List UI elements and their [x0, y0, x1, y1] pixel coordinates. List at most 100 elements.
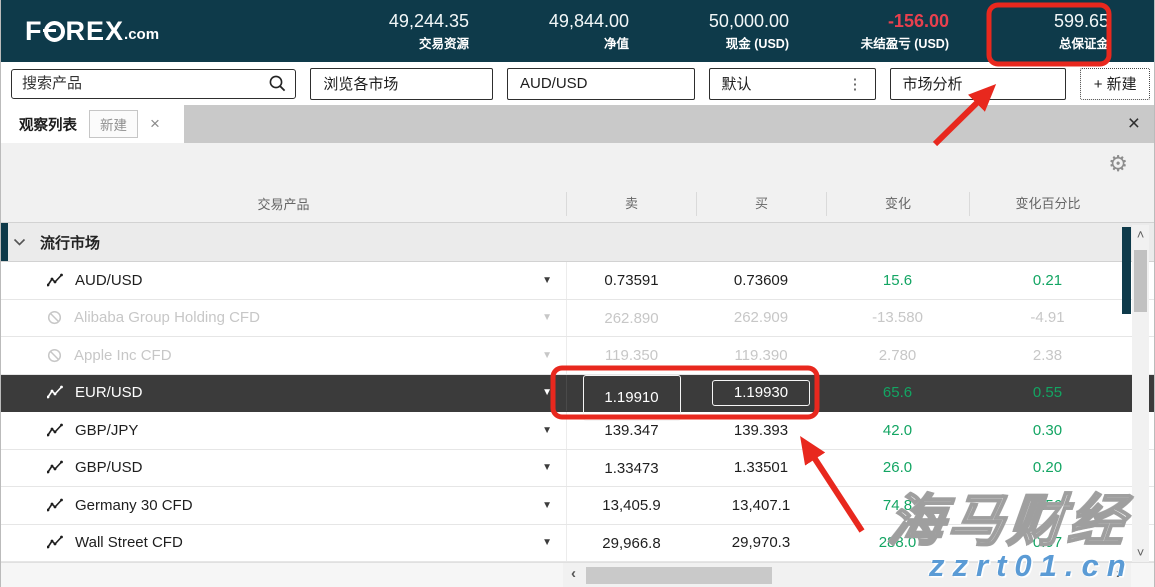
- tab-close-icon[interactable]: ×: [150, 114, 160, 134]
- scroll-up-icon[interactable]: ˄: [1132, 227, 1149, 242]
- buy-price[interactable]: 13,407.1: [696, 497, 826, 514]
- chevron-down-icon[interactable]: ▼: [542, 425, 566, 436]
- table-row[interactable]: AUD/USD ▼ 0.73591 0.73609 15.6 0.21: [1, 262, 1154, 300]
- logo-o-icon: [44, 21, 65, 42]
- sell-price[interactable]: 29,966.8: [566, 525, 696, 562]
- line-chart-icon: [47, 273, 63, 288]
- chevron-down-icon[interactable]: [13, 238, 26, 247]
- buy-price[interactable]: 1.33501: [696, 459, 826, 476]
- instrument-selector-label: AUD/USD: [520, 75, 588, 92]
- logo-text-f: F: [25, 16, 43, 47]
- change-value: -13.580: [826, 309, 969, 326]
- change-pct-value: 2.38: [969, 347, 1126, 364]
- gear-icon[interactable]: ⚙: [1108, 153, 1128, 175]
- scroll-left-icon[interactable]: ‹: [571, 565, 576, 582]
- stat-label: 净值: [519, 33, 629, 52]
- search-input[interactable]: [22, 75, 268, 92]
- line-chart-icon: [47, 498, 63, 513]
- panel-close-icon[interactable]: ×: [1128, 105, 1154, 143]
- stat-value: 49,844.00: [519, 10, 629, 32]
- change-value: 65.6: [826, 384, 969, 401]
- chevron-down-icon[interactable]: ▼: [542, 500, 566, 511]
- table-row[interactable]: GBP/JPY ▼ 139.347 139.393 42.0 0.30: [1, 412, 1154, 450]
- new-panel-button[interactable]: + 新建: [1080, 68, 1150, 100]
- search-icon[interactable]: [268, 74, 287, 93]
- buy-price[interactable]: 29,970.3: [696, 534, 826, 551]
- horizontal-scrollbar-thumb[interactable]: [586, 567, 772, 584]
- instrument-name: EUR/USD: [75, 384, 143, 401]
- scroll-position-marker: [1122, 227, 1131, 314]
- column-header-change-pct[interactable]: 变化百分比: [969, 192, 1126, 216]
- logo-text-com: .com: [124, 26, 159, 43]
- market-analysis-button[interactable]: 市场分析: [890, 68, 1067, 100]
- table-row[interactable]: Alibaba Group Holding CFD ▼ 262.890 262.…: [1, 300, 1154, 338]
- table-row[interactable]: Apple Inc CFD ▼ 119.350 119.390 2.780 2.…: [1, 337, 1154, 375]
- change-pct-value: 0.30: [969, 422, 1126, 439]
- scroll-down-icon[interactable]: ˅: [1132, 545, 1149, 560]
- stat-value: 599.65: [999, 10, 1109, 32]
- layout-selector-label: 默认: [722, 73, 752, 94]
- browse-markets-button[interactable]: 浏览各市场: [310, 68, 493, 100]
- sell-price[interactable]: 119.350: [566, 337, 696, 374]
- sell-price[interactable]: 0.73591: [566, 262, 696, 299]
- forex-logo: F REX.com: [25, 16, 159, 47]
- watermark-large: 海马财经: [885, 476, 1134, 557]
- change-pct-value: -4.91: [969, 309, 1126, 326]
- sell-price[interactable]: 262.890: [566, 300, 696, 337]
- watermark-small: zzrt01.cn: [929, 548, 1134, 584]
- stat-label: 交易资源: [359, 33, 469, 52]
- trading-platform-window: F REX.com 49,244.35 交易资源 49,844.00 净值 50,…: [0, 0, 1155, 587]
- buy-price[interactable]: 262.909: [696, 309, 826, 326]
- buy-price[interactable]: 0.73609: [696, 272, 826, 289]
- change-value: 26.0: [826, 459, 969, 476]
- buy-price[interactable]: 139.393: [696, 422, 826, 439]
- account-header: F REX.com 49,244.35 交易资源 49,844.00 净值 50,…: [1, 0, 1154, 62]
- stat-cash: 50,000.00 现金 (USD): [679, 10, 789, 52]
- instrument-name: GBP/USD: [75, 459, 143, 476]
- stat-value: 49,244.35: [359, 10, 469, 32]
- market-closed-icon: [47, 348, 62, 363]
- tab-watchlist[interactable]: 观察列表 新建 ×: [1, 105, 184, 143]
- sell-price[interactable]: 1.33473: [566, 450, 696, 487]
- chevron-down-icon[interactable]: ▼: [542, 350, 566, 361]
- column-header-buy[interactable]: 买: [696, 192, 826, 216]
- change-value: 15.6: [826, 272, 969, 289]
- stat-label: 未结盈亏 (USD): [839, 33, 949, 52]
- instrument-selector[interactable]: AUD/USD: [507, 68, 695, 100]
- buy-price[interactable]: 119.390: [696, 347, 826, 364]
- group-row-popular-markets[interactable]: 流行市场: [1, 223, 1154, 262]
- change-pct-value: 0.21: [969, 272, 1126, 289]
- tab-new-button[interactable]: 新建: [89, 110, 138, 138]
- chevron-down-icon[interactable]: ▼: [542, 462, 566, 473]
- tab-watchlist-label: 观察列表: [19, 114, 77, 135]
- chevron-down-icon[interactable]: ▼: [542, 387, 566, 398]
- table-header: 交易产品 卖 买 变化 变化百分比: [1, 185, 1154, 223]
- vertical-scrollbar[interactable]: ˄ ˅: [1132, 225, 1149, 562]
- tab-strip: 观察列表 新建 × ×: [1, 105, 1154, 143]
- layout-selector[interactable]: 默认 ⋮: [709, 68, 876, 100]
- buy-price-button[interactable]: 1.19930: [712, 380, 810, 406]
- column-header-sell[interactable]: 卖: [566, 192, 696, 216]
- market-closed-icon: [47, 310, 62, 325]
- column-header-product[interactable]: 交易产品: [1, 194, 566, 213]
- instrument-name: Alibaba Group Holding CFD: [74, 309, 260, 326]
- chevron-down-icon[interactable]: ▼: [542, 537, 566, 548]
- more-options-icon[interactable]: ⋮: [848, 75, 863, 93]
- logo-text-rex: REX: [66, 16, 125, 47]
- vertical-scrollbar-thumb[interactable]: [1134, 250, 1147, 312]
- stat-trading-resources: 49,244.35 交易资源: [359, 10, 469, 52]
- instrument-name: GBP/JPY: [75, 422, 138, 439]
- sell-price[interactable]: 139.347: [566, 412, 696, 449]
- browse-markets-label: 浏览各市场: [323, 73, 398, 94]
- new-panel-label: + 新建: [1094, 73, 1137, 94]
- change-pct-value: 0.20: [969, 459, 1126, 476]
- column-header-change[interactable]: 变化: [826, 192, 969, 216]
- group-accent-bar: [1, 223, 8, 261]
- table-row-selected[interactable]: EUR/USD ▼ 1.19910 1.19930 65.6 0.55: [1, 375, 1154, 413]
- chevron-down-icon[interactable]: ▼: [542, 312, 566, 323]
- sell-price[interactable]: 13,405.9: [566, 487, 696, 524]
- chevron-down-icon[interactable]: ▼: [542, 275, 566, 286]
- search-box[interactable]: [11, 69, 296, 99]
- stat-label: 现金 (USD): [679, 33, 789, 52]
- stat-value-negative: -156.00: [839, 10, 949, 32]
